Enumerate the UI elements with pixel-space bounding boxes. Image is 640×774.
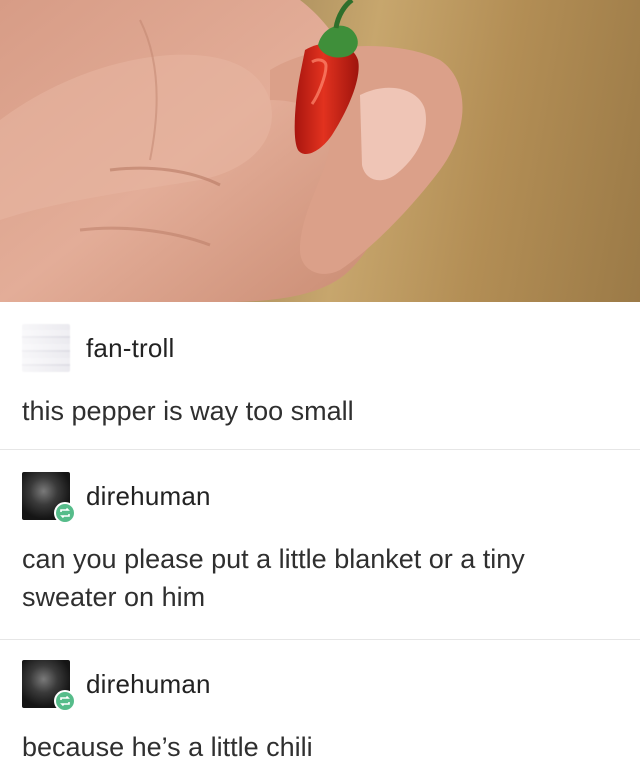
post-header: direhuman bbox=[22, 472, 211, 524]
avatar[interactable] bbox=[22, 660, 76, 712]
reblog-post: direhuman can you please put a little bl… bbox=[0, 450, 640, 640]
comment-post: fan-troll this pepper is way too small bbox=[0, 302, 640, 450]
reblog-icon bbox=[54, 502, 76, 524]
username[interactable]: direhuman bbox=[86, 481, 211, 512]
avatar[interactable] bbox=[22, 472, 76, 524]
avatar[interactable] bbox=[22, 324, 70, 372]
post-text: can you please put a little blanket or a… bbox=[22, 544, 525, 612]
username[interactable]: fan-troll bbox=[86, 333, 175, 364]
post-header: fan-troll bbox=[22, 324, 175, 372]
post-photo bbox=[0, 0, 640, 302]
post-text: because he’s a little chili bbox=[22, 732, 313, 762]
post-text: this pepper is way too small bbox=[22, 396, 354, 426]
reblog-icon bbox=[54, 690, 76, 712]
reblog-post: direhuman because he’s a little chili bbox=[0, 640, 640, 774]
post-header: direhuman bbox=[22, 660, 211, 712]
hand-with-pepper-illustration bbox=[0, 0, 463, 302]
username[interactable]: direhuman bbox=[86, 669, 211, 700]
